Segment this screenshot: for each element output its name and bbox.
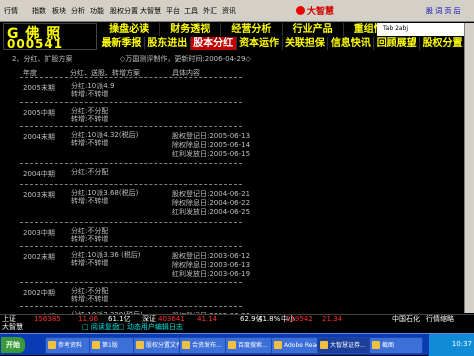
row-transfer: 转增:不转增 [71,235,109,243]
row-year: 2003末期 [23,191,55,199]
dividend-content: 2、分红、扩股方案 ◇万国测评制作，更新时间:2006-04-29◇ 年度 分红、送股… [0,51,463,314]
menu-item[interactable]: 工具 [184,6,198,16]
row-divider [20,306,242,307]
f10-tab[interactable]: 经营分析 [221,23,283,36]
menu-item[interactable]: 指数 [32,6,46,16]
row-year: 2003中期 [23,229,55,237]
row-dividend: 分红:不分配 [71,168,109,176]
row-divider [20,77,242,78]
market-quote-bar: 上证 156385 11.06 61.1亿 深证 403641 41.14 62.9亿 41.8… [0,314,474,323]
taskbar-window-button[interactable]: 截图 [369,337,423,354]
f10-tab[interactable]: 财务透视 [160,23,222,36]
menu-bar: 行情 指数 板块 分析 功能 股权分置 大智慧 平台 工具 外汇 资讯 [0,0,474,22]
status-bar: 大智慧 □ 阅读复盘 □ 动态用户编辑日志 [0,323,474,332]
tab-hint-box: Tab 2abj [377,23,466,36]
taskbar-window-label: 参考资料 [58,342,83,349]
menu-item[interactable]: 外汇 [203,6,217,16]
windows-taskbar: 开始 10:37 参考资料 第1版 股权分置文件 合资发布... 百度搜索... Adob… [0,333,474,356]
row-detail: 红利发放日:2005-06-15 [172,150,251,158]
row-divider [20,126,242,127]
row-detail: 红利发放日:2003-06-19 [172,270,251,278]
window-icon [274,341,282,349]
row-divider [20,163,242,164]
taskbar-window-label: 股权分置文件 [146,342,183,349]
stock-code: 000541 [7,37,64,51]
f10-tab[interactable]: 操盘必读 [99,23,161,36]
vertical-scrollbar[interactable] [464,23,474,313]
row-transfer: 转增:不转增 [71,139,109,147]
row-transfer: 转增:不转增 [71,259,109,267]
menu-item[interactable]: 功能 [90,6,104,16]
f10-tabs-row-2: 最新季报 股东进出 股本分红 资本运作 关联担保 信息快讯 回顾展望 股权分置 [99,37,466,50]
row-transfer: 转增:不转增 [71,295,109,303]
quote-value: 大智慧 [2,323,23,331]
menu-item[interactable]: 分析 [71,6,85,16]
window-icon [48,341,56,349]
row-transfer: 转增:不转增 [71,115,109,123]
taskbar-window-label: 大智慧证券... [330,342,366,349]
quote-value: □ 阅读复盘 [82,323,119,331]
row-year: 2004末期 [23,133,55,141]
tab-hint-label: Tab 2abj [383,25,409,32]
start-button[interactable]: 开始 [1,337,25,353]
window-icon [320,341,328,349]
taskbar-window-label: 百度搜索... [238,342,268,349]
f10-tab[interactable]: 资本运作 [237,37,283,50]
f10-tab[interactable]: 股本分红 [190,37,237,50]
row-divider [20,222,242,223]
row-divider [20,282,242,283]
row-transfer: 转增:不转增 [71,90,109,98]
brand-logo: 大智慧 [296,4,334,17]
row-transfer: 转增:不转增 [71,197,109,205]
taskbar-window-label: 合资发布... [192,342,222,349]
row-detail: 红利发放日:2004-06-25 [172,208,251,216]
menu-item[interactable]: 资讯 [222,6,236,16]
menu-item[interactable]: 平台 [166,6,180,16]
row-divider [20,102,242,103]
f10-tab[interactable]: 回顾展望 [374,37,421,50]
taskbar-window-label: 截图 [382,342,395,349]
window-icon [228,341,236,349]
row-divider [20,246,242,247]
window-icon [372,341,380,349]
right-menu-links[interactable]: 股 词 页 后 [426,6,461,16]
source-note: ◇万国测评制作，更新时间:2006-04-29◇ [120,55,251,63]
brand-icon [296,6,305,15]
row-divider [20,184,242,185]
quote-value: □ 动态用户编辑日志 [118,323,183,331]
row-year: 2002末期 [23,253,55,261]
row-year: 2004中期 [23,170,55,178]
f10-tab[interactable]: 股东进出 [145,37,191,50]
stock-header: G 佛 照 000541 [3,23,97,51]
window-icon [92,341,100,349]
window-icon [182,341,190,349]
brand-name: 大智慧 [307,7,335,17]
section-title: 2、分红、扩股方案 [12,55,73,63]
f10-tab[interactable]: 行业产品 [283,23,344,36]
f10-tab[interactable]: 信息快讯 [328,37,375,50]
row-year: 2002中期 [23,289,55,297]
f10-tab[interactable]: 股权分置 [420,37,466,50]
menu-item[interactable]: 板块 [52,6,66,16]
clock: 10:37 [451,340,472,348]
taskbar-window-label: 第1版 [102,342,118,349]
window-icon [136,341,144,349]
row-year: 2005末期 [23,84,55,92]
menu-item[interactable]: 大智慧 [140,6,161,16]
menu-item[interactable]: 行情 [4,6,18,16]
f10-tab[interactable]: 最新季报 [99,37,145,50]
f10-tab[interactable]: 关联担保 [283,37,329,50]
row-year: 2005中期 [23,109,55,117]
menu-item[interactable]: 股权分置 [110,6,138,16]
system-tray: 10:37 [428,334,474,356]
